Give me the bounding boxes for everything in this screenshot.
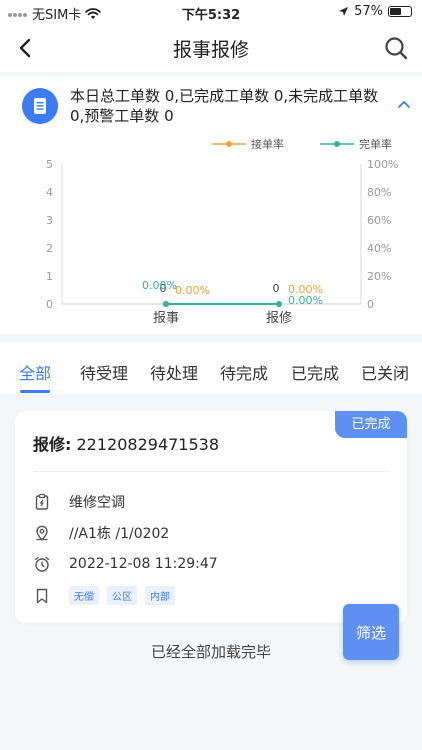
tab-4[interactable]: 已完成 — [291, 360, 339, 384]
y-tick-right: 80% — [367, 186, 391, 199]
tag-list: 无偿 公区 内部 — [69, 586, 175, 605]
y-tick-right: 40% — [367, 242, 391, 255]
y-tick-left: 3 — [46, 214, 53, 227]
order-card[interactable]: 已完成 报修: 22120829471538 维修空调 //A1栋 /1/020… — [15, 411, 407, 623]
y-tick-right: 60% — [367, 214, 391, 227]
data-label: 0.00% — [175, 284, 210, 297]
tag: 公区 — [107, 586, 137, 605]
location-text: //A1栋 /1/0202 — [69, 526, 170, 542]
battery-icon — [388, 6, 412, 17]
tab-0[interactable]: 全部 — [19, 360, 51, 384]
order-number-value: 22120829471538 — [76, 435, 220, 454]
divider — [33, 471, 389, 472]
data-label: 0.00% — [142, 279, 177, 292]
order-number: 报修: 22120829471538 — [33, 431, 219, 455]
time-text: 2022-12-08 11:29:47 — [69, 556, 218, 572]
chevron-up-icon[interactable] — [396, 96, 412, 112]
alarm-clock-icon — [34, 556, 50, 572]
status-bar: 无SIM卡 下午5:32 57% — [0, 0, 422, 24]
summary-card: 本日总工单数 0,已完成工单数 0,未完成工单数 0,预警工单数 0 5 4 3 2 1… — [0, 76, 422, 334]
status-tabs: 全部 待受理 待处理 待完成 已完成 已关闭 — [0, 342, 422, 394]
tab-1[interactable]: 待受理 — [80, 360, 128, 384]
y-tick-right: 100% — [367, 158, 398, 171]
series-point-1 — [163, 301, 169, 307]
clipboard-icon — [35, 493, 49, 510]
y-tick-left: 4 — [46, 186, 53, 199]
data-label: 0.00% — [288, 294, 323, 307]
report-list-icon — [22, 88, 58, 124]
location-arrow-icon — [339, 7, 349, 16]
tab-2[interactable]: 待处理 — [150, 360, 198, 384]
legend-marker-1 — [334, 141, 340, 147]
search-icon[interactable] — [382, 34, 410, 62]
category-text: 维修空调 — [69, 495, 125, 511]
status-badge: 已完成 — [335, 411, 407, 438]
bookmark-icon — [36, 588, 48, 603]
tag: 内部 — [145, 586, 175, 605]
bar-value-label: 0 — [273, 282, 280, 295]
y-tick-left: 5 — [46, 158, 53, 171]
location-row: //A1栋 /1/0202 — [33, 523, 169, 543]
x-tick-label: 报事 — [153, 311, 179, 326]
chart: 543210100%80%60%40%20%0接单率 完单率报事0报修00.00%… — [46, 137, 398, 326]
load-complete-text: 已经全部加载完毕 — [150, 643, 271, 661]
nav-bar: 报事报修 — [0, 24, 422, 72]
legend-label-0: 接单率 — [251, 137, 284, 151]
battery-percent: 57% — [354, 4, 383, 19]
y-tick-left: 0 — [46, 298, 53, 311]
time-row: 2022-12-08 11:29:47 — [33, 555, 218, 573]
legend-marker-0 — [226, 141, 232, 147]
summary-text: 本日总工单数 0,已完成工单数 0,未完成工单数 0,预警工单数 0 — [70, 87, 379, 125]
location-pin-icon — [36, 525, 48, 542]
page-title: 报事报修 — [172, 39, 249, 61]
order-number-label: 报修: — [33, 435, 72, 454]
tags-row: 无偿 公区 内部 — [33, 586, 175, 605]
tag: 无偿 — [69, 586, 99, 605]
y-tick-right: 0 — [367, 298, 374, 311]
tab-5[interactable]: 已关闭 — [361, 360, 409, 384]
series-point-1 — [276, 301, 282, 307]
active-tab-indicator — [20, 390, 50, 393]
y-tick-left: 2 — [46, 242, 53, 255]
category-row: 维修空调 — [33, 492, 125, 512]
x-tick-label: 报修 — [266, 311, 292, 326]
y-tick-right: 20% — [367, 270, 391, 283]
legend-label-1: 完单率 — [359, 137, 392, 151]
y-tick-left: 1 — [46, 270, 53, 283]
tab-3[interactable]: 待完成 — [220, 360, 268, 384]
